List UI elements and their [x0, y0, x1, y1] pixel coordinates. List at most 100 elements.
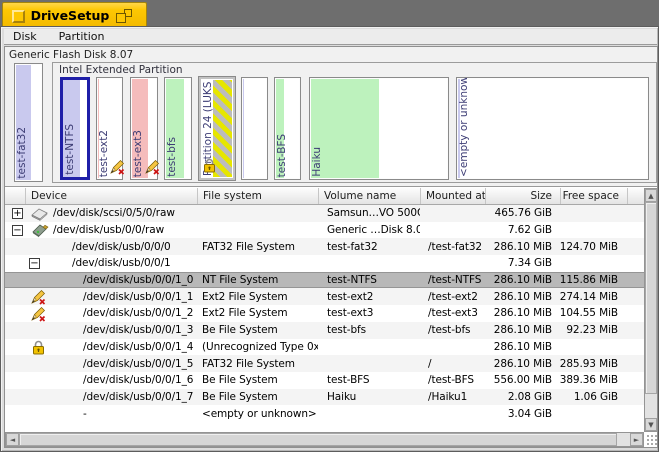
- table-row[interactable]: /dev/disk/usb/0/0/1_3Be File Systemtest-…: [5, 322, 644, 339]
- cell-volume: test-BFS: [318, 372, 420, 389]
- menu-disk[interactable]: Disk: [4, 29, 48, 44]
- horizontal-scrollbar[interactable]: ◄ ►: [5, 432, 644, 447]
- cell-mount: [420, 339, 485, 356]
- cell-device: /dev/disk/usb/0/0/1_6: [5, 372, 197, 389]
- cell-free: 389.36 MiB: [560, 372, 644, 389]
- partition-bar: Intel Extended Partition test-NTFStest-e…: [5, 62, 657, 186]
- expand-icon[interactable]: +: [12, 208, 23, 219]
- scroll-right-button[interactable]: ►: [630, 433, 643, 446]
- scroll-up-button[interactable]: ▲: [645, 189, 657, 202]
- horizontal-scroll-thumb[interactable]: [19, 433, 617, 446]
- vertical-scrollbar[interactable]: ▲ ▼: [644, 188, 658, 432]
- cell-fs: Be File System: [197, 372, 318, 389]
- cell-volume: test-bfs: [318, 322, 420, 339]
- table-row[interactable]: /dev/disk/usb/0/0/1_4(Unrecognized Type …: [5, 339, 644, 356]
- partition-label: test-BFS: [276, 134, 288, 177]
- table-row[interactable]: /dev/disk/usb/0/0/1_0NT File Systemtest-…: [5, 272, 644, 289]
- zoom-button[interactable]: [116, 9, 132, 23]
- partition-box-unnamed[interactable]: [241, 77, 268, 180]
- cell-free: 115.86 MiB: [560, 272, 644, 289]
- list-rows: +/dev/disk/scsi/0/5/0/rawSamsun…VO 500G4…: [5, 205, 644, 423]
- table-row[interactable]: /dev/disk/usb/0/0/1_6Be File Systemtest-…: [5, 372, 644, 389]
- table-row[interactable]: /dev/disk/usb/0/0/1_7Be File SystemHaiku…: [5, 389, 644, 406]
- cell-fs: Be File System: [197, 389, 318, 406]
- cell-size: 7.62 GiB: [485, 222, 560, 239]
- partition-box-test-fat32[interactable]: test-fat32: [14, 63, 43, 182]
- cell-fs: (Unrecognized Type 0xe8): [197, 339, 318, 356]
- table-row[interactable]: /dev/disk/usb/0/0/1_1Ext2 File Systemtes…: [5, 288, 644, 305]
- partition-box-test-ntfs[interactable]: test-NTFS: [60, 77, 90, 180]
- cell-volume: test-fat32: [318, 238, 420, 255]
- cell-free: 285.93 MiB: [560, 355, 644, 372]
- column-header-file-system[interactable]: File system: [197, 188, 318, 204]
- collapse-icon[interactable]: −: [29, 258, 40, 269]
- cell-volume: [318, 405, 420, 422]
- cell-mount: /: [420, 355, 485, 372]
- cell-size: 465.76 GiB: [485, 205, 560, 222]
- window-tab[interactable]: DriveSetup: [2, 2, 147, 27]
- partition-box--empty-or-unknown-[interactable]: <empty or unknown>: [456, 77, 649, 180]
- column-header-size[interactable]: Size: [485, 188, 560, 204]
- cell-fs: Ext2 File System: [197, 305, 318, 322]
- column-header-spacer[interactable]: [5, 188, 25, 204]
- pencil-icon: [109, 159, 125, 179]
- cell-mount: [420, 255, 485, 272]
- zoom-icon: [116, 13, 126, 23]
- partition-box-haiku[interactable]: Haiku: [309, 77, 449, 180]
- resize-grip[interactable]: [645, 433, 658, 446]
- cell-free: 104.55 MiB: [560, 305, 644, 322]
- main-content: Generic Flash Disk 8.07 Intel Extended P…: [4, 46, 658, 448]
- table-row[interactable]: /dev/disk/usb/0/0/1_5FAT32 File System/2…: [5, 355, 644, 372]
- used-space-fill: [243, 79, 244, 178]
- cell-mount: [420, 222, 485, 239]
- cell-fs: FAT32 File System: [197, 238, 318, 255]
- menu-bar: DiskPartition: [4, 29, 657, 45]
- partition-box-partition-24-luks-enc-[interactable]: Partition 24 (LUKS enc…: [199, 77, 235, 180]
- extended-partition-container[interactable]: Intel Extended Partition test-NTFStest-e…: [52, 62, 657, 183]
- menu-partition[interactable]: Partition: [48, 29, 116, 44]
- table-row[interactable]: /dev/disk/usb/0/0/0FAT32 File Systemtest…: [5, 238, 644, 255]
- partition-box-test-bfs[interactable]: test-bfs: [164, 77, 192, 180]
- lock-icon: [203, 158, 216, 177]
- cell-fs: [197, 222, 318, 239]
- table-row[interactable]: -<empty or unknown>3.04 GiB: [5, 405, 644, 422]
- cell-device: /dev/disk/usb/0/0/1_7: [5, 389, 197, 406]
- partition-list: DeviceFile systemVolume nameMounted atSi…: [5, 188, 657, 447]
- partition-box-test-bfs[interactable]: test-BFS: [274, 77, 301, 180]
- column-header-mounted-at[interactable]: Mounted at: [420, 188, 485, 204]
- table-row[interactable]: −/dev/disk/usb/0/0/rawGeneric …Disk 8.07…: [5, 222, 644, 239]
- extended-partition-label: Intel Extended Partition: [59, 64, 183, 76]
- vertical-scroll-thumb[interactable]: [645, 202, 657, 394]
- cell-size: 3.04 GiB: [485, 405, 560, 422]
- cell-mount: /test-BFS: [420, 372, 485, 389]
- table-row[interactable]: +/dev/disk/scsi/0/5/0/rawSamsun…VO 500G4…: [5, 205, 644, 222]
- cell-size: 286.10 MiB: [485, 305, 560, 322]
- column-header-volume-name[interactable]: Volume name: [318, 188, 420, 204]
- scroll-down-button[interactable]: ▼: [645, 418, 657, 431]
- partition-box-test-ext2[interactable]: test-ext2: [96, 77, 123, 180]
- partition-label: test-ext3: [132, 130, 144, 177]
- cell-size: 286.10 MiB: [485, 288, 560, 305]
- window-title: DriveSetup: [29, 8, 111, 23]
- scroll-left-button[interactable]: ◄: [6, 433, 19, 446]
- cell-volume: Haiku: [318, 389, 420, 406]
- collapse-icon[interactable]: −: [12, 225, 23, 236]
- cell-size: 556.00 MiB: [485, 372, 560, 389]
- cell-free: 1.06 GiB: [560, 389, 644, 406]
- partition-label: test-fat32: [16, 127, 28, 179]
- column-header-free-space[interactable]: Free space: [560, 188, 627, 204]
- cell-volume: [318, 255, 420, 272]
- partition-box-test-ext3[interactable]: test-ext3: [130, 77, 158, 180]
- cell-free: [560, 255, 644, 272]
- column-header-spacer[interactable]: [627, 188, 644, 204]
- close-button[interactable]: [12, 10, 25, 23]
- cell-device: /dev/disk/usb/0/0/1_0: [5, 272, 197, 289]
- partition-label: test-bfs: [166, 137, 178, 177]
- cell-mount: /test-ext2: [420, 288, 485, 305]
- cell-free: 274.14 MiB: [560, 288, 644, 305]
- disk-title-label: Generic Flash Disk 8.07: [9, 49, 133, 61]
- cell-fs: [197, 205, 318, 222]
- table-row[interactable]: /dev/disk/usb/0/0/1_2Ext2 File Systemtes…: [5, 305, 644, 322]
- column-header-device[interactable]: Device: [25, 188, 197, 204]
- table-row[interactable]: −/dev/disk/usb/0/0/17.34 GiB: [5, 255, 644, 272]
